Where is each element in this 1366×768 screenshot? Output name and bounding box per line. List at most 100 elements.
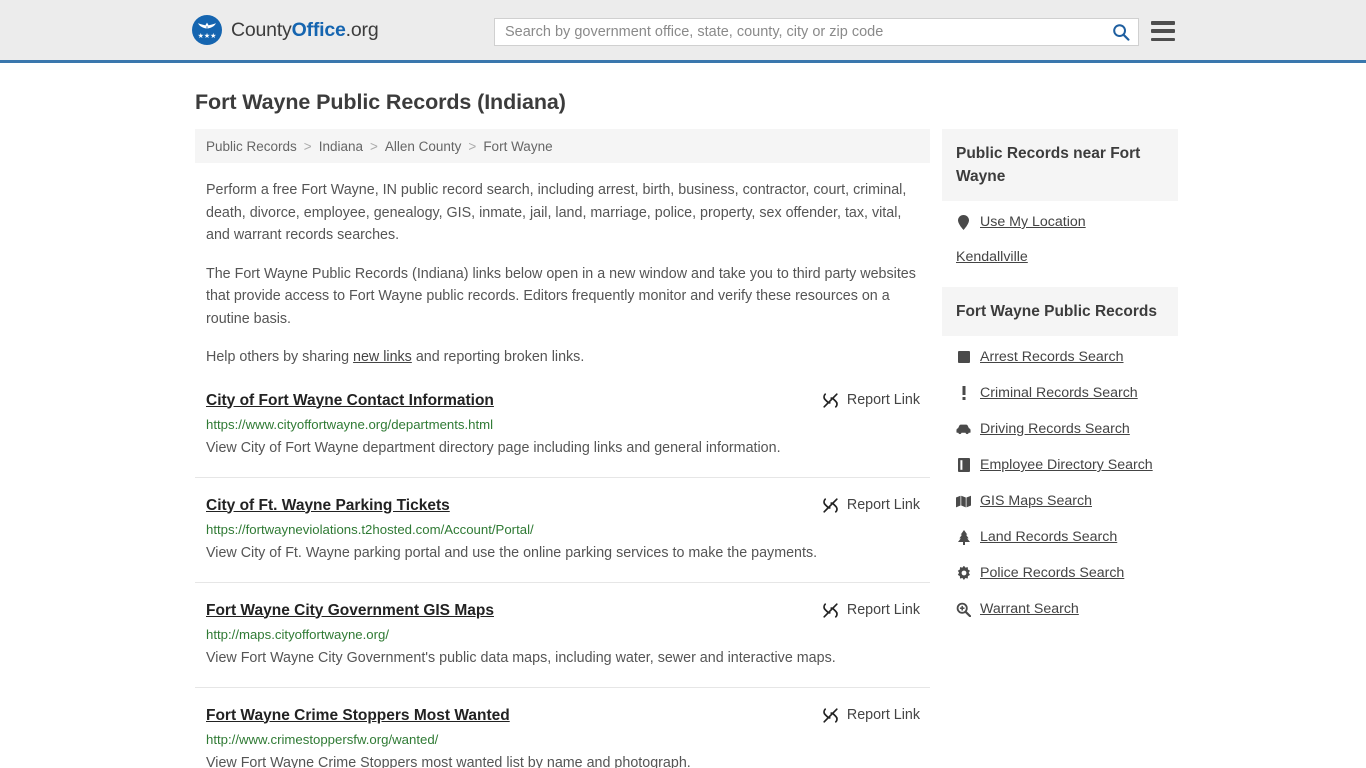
result-url[interactable]: https://www.cityoffortwayne.org/departme… (206, 416, 930, 434)
report-link-label: Report Link (846, 497, 920, 513)
records-link-arrest-records-search[interactable]: Arrest Records Search (956, 348, 1164, 366)
intro-paragraph-2: The Fort Wayne Public Records (Indiana) … (206, 265, 916, 327)
result-title-link[interactable]: City of Fort Wayne Contact Information (206, 391, 494, 411)
breadcrumb-separator: > (303, 138, 312, 154)
brand-text-org: .org (345, 18, 379, 41)
result-url[interactable]: http://www.crimestoppersfw.org/wanted/ (206, 731, 930, 749)
result-url[interactable]: https://fortwayneviolations.t2hosted.com… (206, 521, 930, 539)
breadcrumb-item-fort-wayne: Fort Wayne (483, 138, 553, 154)
map-icon (956, 495, 971, 508)
brand-wordmark: CountyOffice.org (231, 18, 379, 42)
records-link-label: Warrant Search (980, 601, 1079, 617)
public-records-title: Fort Wayne Public Records (942, 287, 1178, 336)
page-title: Fort Wayne Public Records (Indiana) (195, 90, 566, 114)
public-records-links: Arrest Records Search Criminal Records Se… (942, 336, 1178, 618)
breadcrumb-item-indiana[interactable]: Indiana (319, 139, 363, 154)
broken-link-icon (823, 497, 838, 513)
search-input[interactable] (495, 19, 1104, 45)
square-icon (956, 351, 971, 363)
logo-stars: ★★★ (197, 33, 217, 40)
nearby-records-card: Public Records near Fort Wayne Use My Lo… (942, 129, 1178, 265)
result-url[interactable]: http://maps.cityoffortwayne.org/ (206, 626, 930, 644)
records-link-label: Criminal Records Search (980, 385, 1138, 401)
result-item: Fort Wayne Crime Stoppers Most Wanted Rep… (195, 706, 930, 768)
eagle-shield-logo-icon: ★★★ (192, 15, 222, 45)
result-title-link[interactable]: Fort Wayne City Government GIS Maps (206, 601, 494, 621)
hamburger-bar (1151, 37, 1175, 41)
records-link-land-records-search[interactable]: Land Records Search (956, 528, 1164, 546)
intro-paragraph-3: Help others by sharing new links and rep… (206, 346, 918, 369)
sidebar: Public Records near Fort Wayne Use My Lo… (942, 129, 1178, 640)
new-links-link[interactable]: new links (353, 349, 412, 365)
broken-link-icon (823, 602, 838, 618)
breadcrumb: Public Records > Indiana > Allen County … (195, 129, 930, 163)
records-link-police-records-search[interactable]: Police Records Search (956, 564, 1164, 582)
result-item: Fort Wayne City Government GIS Maps Repor… (195, 601, 930, 688)
broken-link-icon (823, 392, 838, 408)
magnifier-plus-icon (956, 602, 971, 617)
share-text-before: Help others by sharing (206, 349, 354, 365)
search-icon (1113, 24, 1130, 41)
eagle-glyph (198, 22, 216, 29)
report-link-button[interactable]: Report Link (822, 706, 920, 724)
hamburger-bar (1151, 21, 1175, 25)
public-records-card: Fort Wayne Public Records Arrest Records… (942, 287, 1178, 618)
records-link-driving-records-search[interactable]: Driving Records Search (956, 420, 1164, 438)
breadcrumb-item-allen-county[interactable]: Allen County (385, 139, 462, 154)
result-header: Fort Wayne City Government GIS Maps Repor… (206, 601, 930, 621)
brand-text-office: Office (291, 18, 346, 41)
report-link-label: Report Link (846, 707, 920, 723)
records-link-gis-maps-search[interactable]: GIS Maps Search (956, 492, 1164, 510)
site-logo[interactable]: ★★★ CountyOffice.org (192, 15, 379, 45)
records-link-label: Arrest Records Search (980, 349, 1124, 365)
result-header: City of Ft. Wayne Parking Tickets Report … (206, 496, 930, 516)
result-item: City of Fort Wayne Contact Information Re… (195, 391, 930, 478)
map-pin-icon (956, 214, 971, 230)
badge-icon (956, 566, 971, 580)
result-item: City of Ft. Wayne Parking Tickets Report … (195, 496, 930, 583)
use-my-location-link[interactable]: Use My Location (956, 213, 1164, 231)
report-link-label: Report Link (846, 392, 920, 408)
tree-icon (956, 529, 971, 545)
use-my-location-label: Use My Location (980, 214, 1086, 230)
nearby-records-title: Public Records near Fort Wayne (942, 129, 1178, 201)
search-bar (494, 18, 1139, 46)
records-link-label: Employee Directory Search (980, 457, 1153, 473)
breadcrumb-separator: > (468, 138, 477, 154)
nearby-place-kendallville[interactable]: Kendallville (956, 249, 1164, 265)
result-title-link[interactable]: Fort Wayne Crime Stoppers Most Wanted (206, 706, 510, 726)
report-link-button[interactable]: Report Link (822, 496, 920, 514)
report-link-label: Report Link (846, 602, 920, 618)
report-link-button[interactable]: Report Link (822, 601, 920, 619)
records-link-employee-directory-search[interactable]: Employee Directory Search (956, 456, 1164, 474)
result-header: City of Fort Wayne Contact Information Re… (206, 391, 930, 411)
site-header: ★★★ CountyOffice.org (0, 0, 1366, 63)
broken-link-icon (823, 707, 838, 723)
records-link-label: GIS Maps Search (980, 493, 1092, 509)
brand-text-county: County (231, 18, 292, 41)
hamburger-bar (1151, 29, 1175, 33)
share-text-after: and reporting broken links. (411, 349, 585, 365)
records-link-warrant-search[interactable]: Warrant Search (956, 600, 1164, 618)
book-icon (956, 458, 971, 472)
result-title-link[interactable]: City of Ft. Wayne Parking Tickets (206, 496, 450, 516)
records-link-label: Driving Records Search (980, 421, 1130, 437)
result-description: View City of Ft. Wayne parking portal an… (206, 544, 818, 561)
breadcrumb-separator: > (369, 138, 378, 154)
records-link-label: Police Records Search (980, 565, 1125, 581)
hamburger-menu-icon[interactable] (1151, 21, 1175, 41)
results-list: City of Fort Wayne Contact Information Re… (195, 391, 930, 768)
nearby-records-body: Use My Location Kendallville (942, 201, 1178, 265)
intro-paragraph-1: Perform a free Fort Wayne, IN public rec… (206, 182, 907, 243)
result-description: View Fort Wayne Crime Stoppers most want… (206, 754, 691, 768)
car-icon (956, 424, 971, 435)
breadcrumb-item-public-records[interactable]: Public Records (206, 139, 297, 154)
search-button[interactable] (1104, 19, 1138, 45)
report-link-button[interactable]: Report Link (822, 391, 920, 409)
exclamation-icon (956, 386, 971, 400)
page-body: Fort Wayne Public Records (Indiana) Publ… (0, 90, 1366, 768)
records-link-label: Land Records Search (980, 529, 1118, 545)
records-link-criminal-records-search[interactable]: Criminal Records Search (956, 384, 1164, 402)
result-description: View City of Fort Wayne department direc… (206, 439, 781, 456)
main-content: Public Records > Indiana > Allen County … (195, 129, 930, 768)
